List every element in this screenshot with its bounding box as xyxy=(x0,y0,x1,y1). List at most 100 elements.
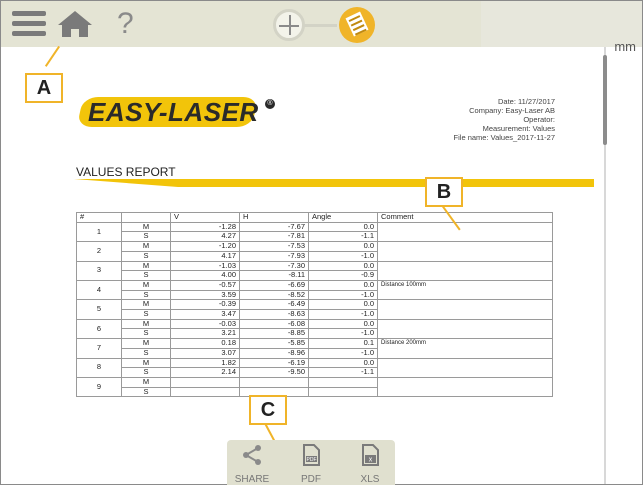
v-cell: 3.47 xyxy=(170,309,240,320)
v-cell xyxy=(170,386,240,398)
easy-laser-logo: EASY-LASER ® xyxy=(76,93,280,133)
pdf-export-button[interactable]: PDF PDF xyxy=(286,444,336,485)
table-row: 9M xyxy=(76,376,553,398)
angle-cell xyxy=(308,376,378,388)
meta-file-name: File name: Values_2017-11-27 xyxy=(453,133,555,142)
unit-cell: S xyxy=(121,367,171,378)
comment-cell xyxy=(377,376,553,398)
col-header: H xyxy=(239,212,309,223)
unit-cell: S xyxy=(121,386,171,398)
h-cell: -8.63 xyxy=(239,309,309,320)
v-cell xyxy=(170,376,240,388)
v-cell: 4.00 xyxy=(170,270,240,281)
values-table: # V H Angle Comment 1 M -1.28 -7.67 0.0 S 4.27… xyxy=(76,212,553,398)
h-cell: -8.96 xyxy=(239,347,309,359)
home-icon[interactable] xyxy=(56,10,94,43)
table-header-row: # V H Angle Comment xyxy=(76,212,553,223)
comment-cell xyxy=(377,221,553,243)
h-cell: -7.53 xyxy=(239,241,309,252)
top-toolbar: ? mm xyxy=(1,1,642,54)
svg-text:x: x xyxy=(369,457,373,464)
h-cell: -6.69 xyxy=(239,279,309,291)
v-cell: 3.07 xyxy=(170,347,240,359)
unit-cell: M xyxy=(121,376,171,388)
point-number: 4 xyxy=(76,279,122,301)
pdf-label: PDF xyxy=(301,474,321,485)
col-header: # xyxy=(76,212,122,223)
point-number: 8 xyxy=(76,357,122,378)
workflow-steps xyxy=(267,5,385,45)
h-cell: -9.50 xyxy=(239,367,309,378)
pdf-file-icon: PDF xyxy=(303,444,320,466)
share-button[interactable]: SHARE xyxy=(227,444,277,485)
meta-measurement: Measurement: Values xyxy=(482,124,555,133)
scrollbar-thumb[interactable] xyxy=(603,55,607,145)
col-header: Comment xyxy=(377,212,553,223)
callout-b: B xyxy=(425,177,463,207)
measure-step-crosshair-icon[interactable] xyxy=(273,9,305,41)
units-label[interactable]: mm xyxy=(614,39,636,54)
callout-a: A xyxy=(25,73,63,103)
meta-company: Company: Easy-Laser AB xyxy=(469,106,555,115)
svg-text:PDF: PDF xyxy=(307,457,317,463)
report-document: EASY-LASER ® Date: 11/27/2017 Company: E… xyxy=(22,47,600,484)
xls-file-icon: x xyxy=(362,444,379,466)
point-number: 5 xyxy=(76,299,122,320)
title-band xyxy=(74,179,594,187)
comment-cell xyxy=(377,260,553,281)
unit-cell: M xyxy=(121,241,171,252)
unit-cell: M xyxy=(121,338,171,349)
unit-cell: S xyxy=(121,270,171,281)
col-header: V xyxy=(170,212,240,223)
v-cell: 2.14 xyxy=(170,367,240,378)
report-step-document-icon[interactable] xyxy=(339,7,375,43)
comment-cell xyxy=(377,299,553,320)
col-header xyxy=(121,212,171,223)
angle-cell: 0.0 xyxy=(308,279,378,291)
point-number: 9 xyxy=(76,376,122,398)
point-number: 6 xyxy=(76,318,122,340)
v-cell: -1.20 xyxy=(170,241,240,252)
report-metadata: Date: 11/27/2017 Company: Easy-Laser AB … xyxy=(454,97,555,142)
h-cell xyxy=(239,376,309,388)
angle-cell xyxy=(308,386,378,398)
point-number: 2 xyxy=(76,241,122,262)
v-cell: 0.18 xyxy=(170,338,240,349)
h-cell: -8.11 xyxy=(239,270,309,281)
point-number: 3 xyxy=(76,260,122,281)
h-cell: -5.85 xyxy=(239,338,309,349)
comment-cell: Distance 200mm xyxy=(377,338,553,359)
meta-date: Date: 11/27/2017 xyxy=(498,97,555,106)
h-cell: -7.93 xyxy=(239,250,309,262)
col-header: Angle xyxy=(308,212,378,223)
meta-operator: Operator: xyxy=(523,115,555,124)
comment-cell: Distance 100mm xyxy=(377,279,553,301)
angle-cell: 0.1 xyxy=(308,338,378,349)
units-panel: mm xyxy=(481,1,642,54)
help-icon[interactable]: ? xyxy=(117,7,134,41)
table-row: 4 M -0.57 -6.69 0.0 Distance 100mm xyxy=(76,279,553,301)
report-title: VALUES REPORT xyxy=(76,165,176,179)
point-number: 7 xyxy=(76,338,122,359)
table-row: 2 M -1.20 -7.53 0.0 xyxy=(76,241,553,262)
unit-cell: S xyxy=(121,309,171,320)
hamburger-menu-icon[interactable] xyxy=(12,11,46,37)
share-toolbar: SHARE PDF PDF x XLS xyxy=(227,440,395,485)
unit-cell: S xyxy=(121,250,171,262)
angle-cell: -0.9 xyxy=(308,270,378,281)
comment-cell xyxy=(377,357,553,378)
xls-label: XLS xyxy=(360,474,380,485)
angle-cell: -1.1 xyxy=(308,367,378,378)
comment-cell xyxy=(377,241,553,262)
point-number: 1 xyxy=(76,221,122,243)
callout-c: C xyxy=(249,395,287,425)
share-icon xyxy=(243,445,261,465)
comment-cell xyxy=(377,318,553,340)
angle-cell: 0.0 xyxy=(308,241,378,252)
table-row: 7 M 0.18 -5.85 0.1 Distance 200mm xyxy=(76,338,553,359)
xls-export-button[interactable]: x XLS xyxy=(345,444,395,485)
unit-cell: S xyxy=(121,347,171,359)
share-label: SHARE xyxy=(234,474,270,485)
v-cell: 4.17 xyxy=(170,250,240,262)
angle-cell: -1.0 xyxy=(308,309,378,320)
